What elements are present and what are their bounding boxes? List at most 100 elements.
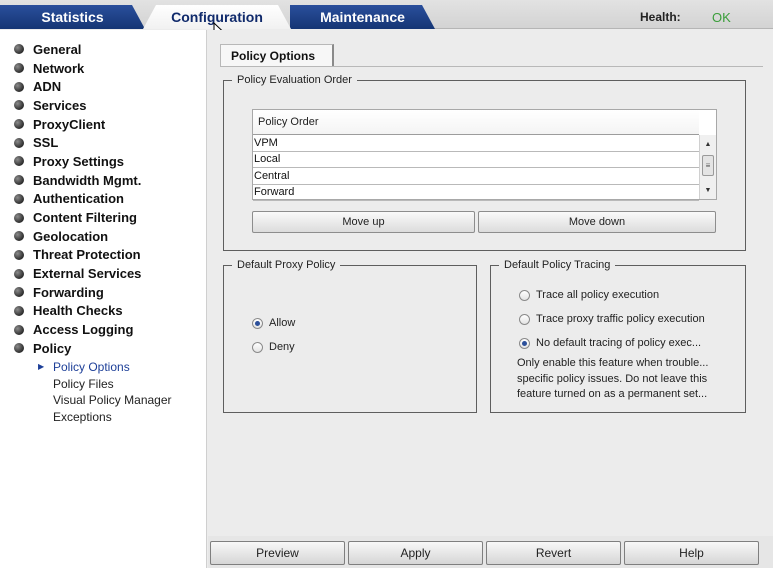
radio-deny[interactable]: Deny	[252, 341, 295, 353]
policy-order-list[interactable]: Policy Order VPM Local Central Forward ▲…	[252, 109, 717, 201]
help-button[interactable]: Help	[624, 541, 759, 565]
move-down-button[interactable]: Move down	[478, 211, 716, 233]
radio-no-default-tracing-label: No default tracing of policy exec...	[536, 337, 702, 349]
tab-divider	[220, 66, 763, 67]
bullet-icon	[14, 81, 24, 92]
sidebar-item-geolocation[interactable]: Geolocation	[0, 227, 206, 246]
move-up-label: Move up	[342, 216, 385, 228]
bullet-icon	[14, 63, 24, 74]
note-line: feature turned on as a permanent set...	[517, 388, 708, 400]
note-line: specific policy issues. Do not leave thi…	[517, 372, 708, 385]
sidebar-item-adn[interactable]: ADN	[0, 77, 206, 96]
apply-button[interactable]: Apply	[348, 541, 483, 565]
radio-trace-all[interactable]: Trace all policy execution	[519, 289, 659, 301]
sidebar-item-proxyclient[interactable]: ProxyClient	[0, 115, 206, 134]
radio-trace-proxy-label: Trace proxy traffic policy execution	[536, 313, 705, 325]
list-item-label: VPM	[254, 136, 278, 149]
radio-no-default-tracing[interactable]: No default tracing of policy exec...	[519, 337, 701, 349]
sidebar-item-proxy-settings[interactable]: Proxy Settings	[0, 152, 206, 171]
policy-order-column-header: Policy Order	[253, 110, 699, 135]
tab-maintenance-label: Maintenance	[320, 9, 405, 25]
sidebar-item-bandwidth-mgmt[interactable]: Bandwidth Mgmt.	[0, 171, 206, 190]
sidebar-item-label: ADN	[33, 79, 62, 95]
main-panel: Policy Options Policy Evaluation Order P…	[208, 30, 773, 535]
bullet-icon	[14, 119, 24, 130]
tab-maintenance[interactable]: Maintenance	[290, 5, 435, 29]
note-line: Only enable this feature when trouble...	[517, 357, 709, 369]
help-label: Help	[679, 546, 704, 560]
list-item-label: Local	[254, 153, 281, 166]
sidebar-item-policy[interactable]: Policy	[0, 339, 206, 358]
bullet-icon	[14, 231, 24, 242]
tab-policy-options-label: Policy Options	[231, 48, 316, 63]
list-item-local[interactable]: Local	[253, 152, 699, 168]
tab-policy-options[interactable]: Policy Options	[220, 44, 334, 66]
sidebar-item-label: Forwarding	[33, 284, 104, 300]
sidebar-item-label: Geolocation	[33, 228, 109, 244]
radio-allow-label: Allow	[269, 317, 296, 329]
radio-trace-proxy[interactable]: Trace proxy traffic policy execution	[519, 313, 705, 325]
sidebar-item-label: Policy	[33, 340, 72, 356]
sidebar-item-access-logging[interactable]: Access Logging	[0, 320, 206, 339]
sidebar-subitem-policy-options[interactable]: ▶ Policy Options	[0, 359, 206, 376]
sidebar-item-label: Proxy Settings	[33, 153, 125, 169]
radio-allow[interactable]: Allow	[252, 317, 295, 329]
scroll-thumb[interactable]: ≡	[702, 155, 714, 176]
apply-label: Apply	[400, 546, 431, 560]
revert-button[interactable]: Revert	[486, 541, 621, 565]
default-policy-tracing-group: Default Policy Tracing Trace all policy …	[490, 259, 746, 413]
bullet-icon	[14, 175, 24, 186]
sidebar-item-label: ProxyClient	[33, 116, 106, 132]
sidebar-item-threat-protection[interactable]: Threat Protection	[0, 246, 206, 265]
bullet-icon	[14, 193, 24, 204]
health-status: OK	[712, 10, 731, 25]
default-proxy-policy-legend: Default Proxy Policy	[237, 259, 336, 271]
action-bar: Preview Apply Revert Help	[208, 536, 773, 568]
move-up-button[interactable]: Move up	[252, 211, 475, 233]
sidebar: General Network ADN Services ProxyClient…	[0, 30, 207, 568]
list-scrollbar[interactable]: ▲ ≡ ▼	[699, 135, 716, 199]
bullet-icon	[14, 249, 24, 260]
sidebar-item-label: Access Logging	[33, 322, 134, 338]
top-tab-bar: Statistics Maintenance Configuration Hea…	[0, 0, 773, 29]
bullet-icon	[14, 343, 24, 354]
tracing-warning-note: Only enable this feature when trouble...…	[517, 356, 732, 403]
sidebar-subitem-policy-files[interactable]: Policy Files	[0, 375, 206, 392]
sidebar-item-authentication[interactable]: Authentication	[0, 190, 206, 209]
bullet-icon	[14, 156, 24, 167]
revert-label: Revert	[535, 546, 572, 560]
sidebar-item-label: External Services	[33, 266, 142, 282]
radio-deny-label: Deny	[269, 341, 295, 353]
bullet-icon	[14, 212, 24, 223]
preview-button[interactable]: Preview	[210, 541, 345, 565]
sidebar-item-forwarding[interactable]: Forwarding	[0, 283, 206, 302]
radio-unchecked-icon	[252, 341, 263, 353]
sidebar-item-content-filtering[interactable]: Content Filtering	[0, 208, 206, 227]
preview-label: Preview	[256, 546, 299, 560]
health-label: Health:	[640, 10, 681, 24]
radio-unchecked-icon	[519, 313, 530, 325]
sidebar-item-health-checks[interactable]: Health Checks	[0, 302, 206, 321]
sidebar-item-label: Content Filtering	[33, 210, 137, 226]
scroll-down-icon[interactable]: ▼	[700, 183, 716, 197]
bullet-icon	[14, 324, 24, 335]
list-item-forward[interactable]: Forward	[253, 185, 699, 201]
policy-evaluation-order-legend: Policy Evaluation Order	[237, 74, 352, 86]
list-item-vpm[interactable]: VPM	[253, 135, 699, 152]
sidebar-item-external-services[interactable]: External Services	[0, 264, 206, 283]
sidebar-subitem-label: Policy Files	[53, 376, 114, 391]
scroll-up-icon[interactable]: ▲	[700, 137, 716, 151]
sidebar-item-general[interactable]: General	[0, 40, 206, 59]
sidebar-item-services[interactable]: Services	[0, 96, 206, 115]
sidebar-item-label: Threat Protection	[33, 247, 141, 263]
sidebar-item-ssl[interactable]: SSL	[0, 133, 206, 152]
list-item-central[interactable]: Central	[253, 168, 699, 185]
sidebar-item-network[interactable]: Network	[0, 59, 206, 78]
list-item-label: Central	[254, 169, 290, 182]
sidebar-subitem-exceptions[interactable]: Exceptions	[0, 409, 206, 426]
sidebar-subitem-visual-policy-manager[interactable]: Visual Policy Manager	[0, 392, 206, 409]
sidebar-subitem-label: Visual Policy Manager	[53, 393, 172, 408]
list-item-label: Forward	[254, 186, 295, 199]
sidebar-item-label: Network	[33, 60, 85, 76]
tab-statistics[interactable]: Statistics	[0, 5, 145, 29]
